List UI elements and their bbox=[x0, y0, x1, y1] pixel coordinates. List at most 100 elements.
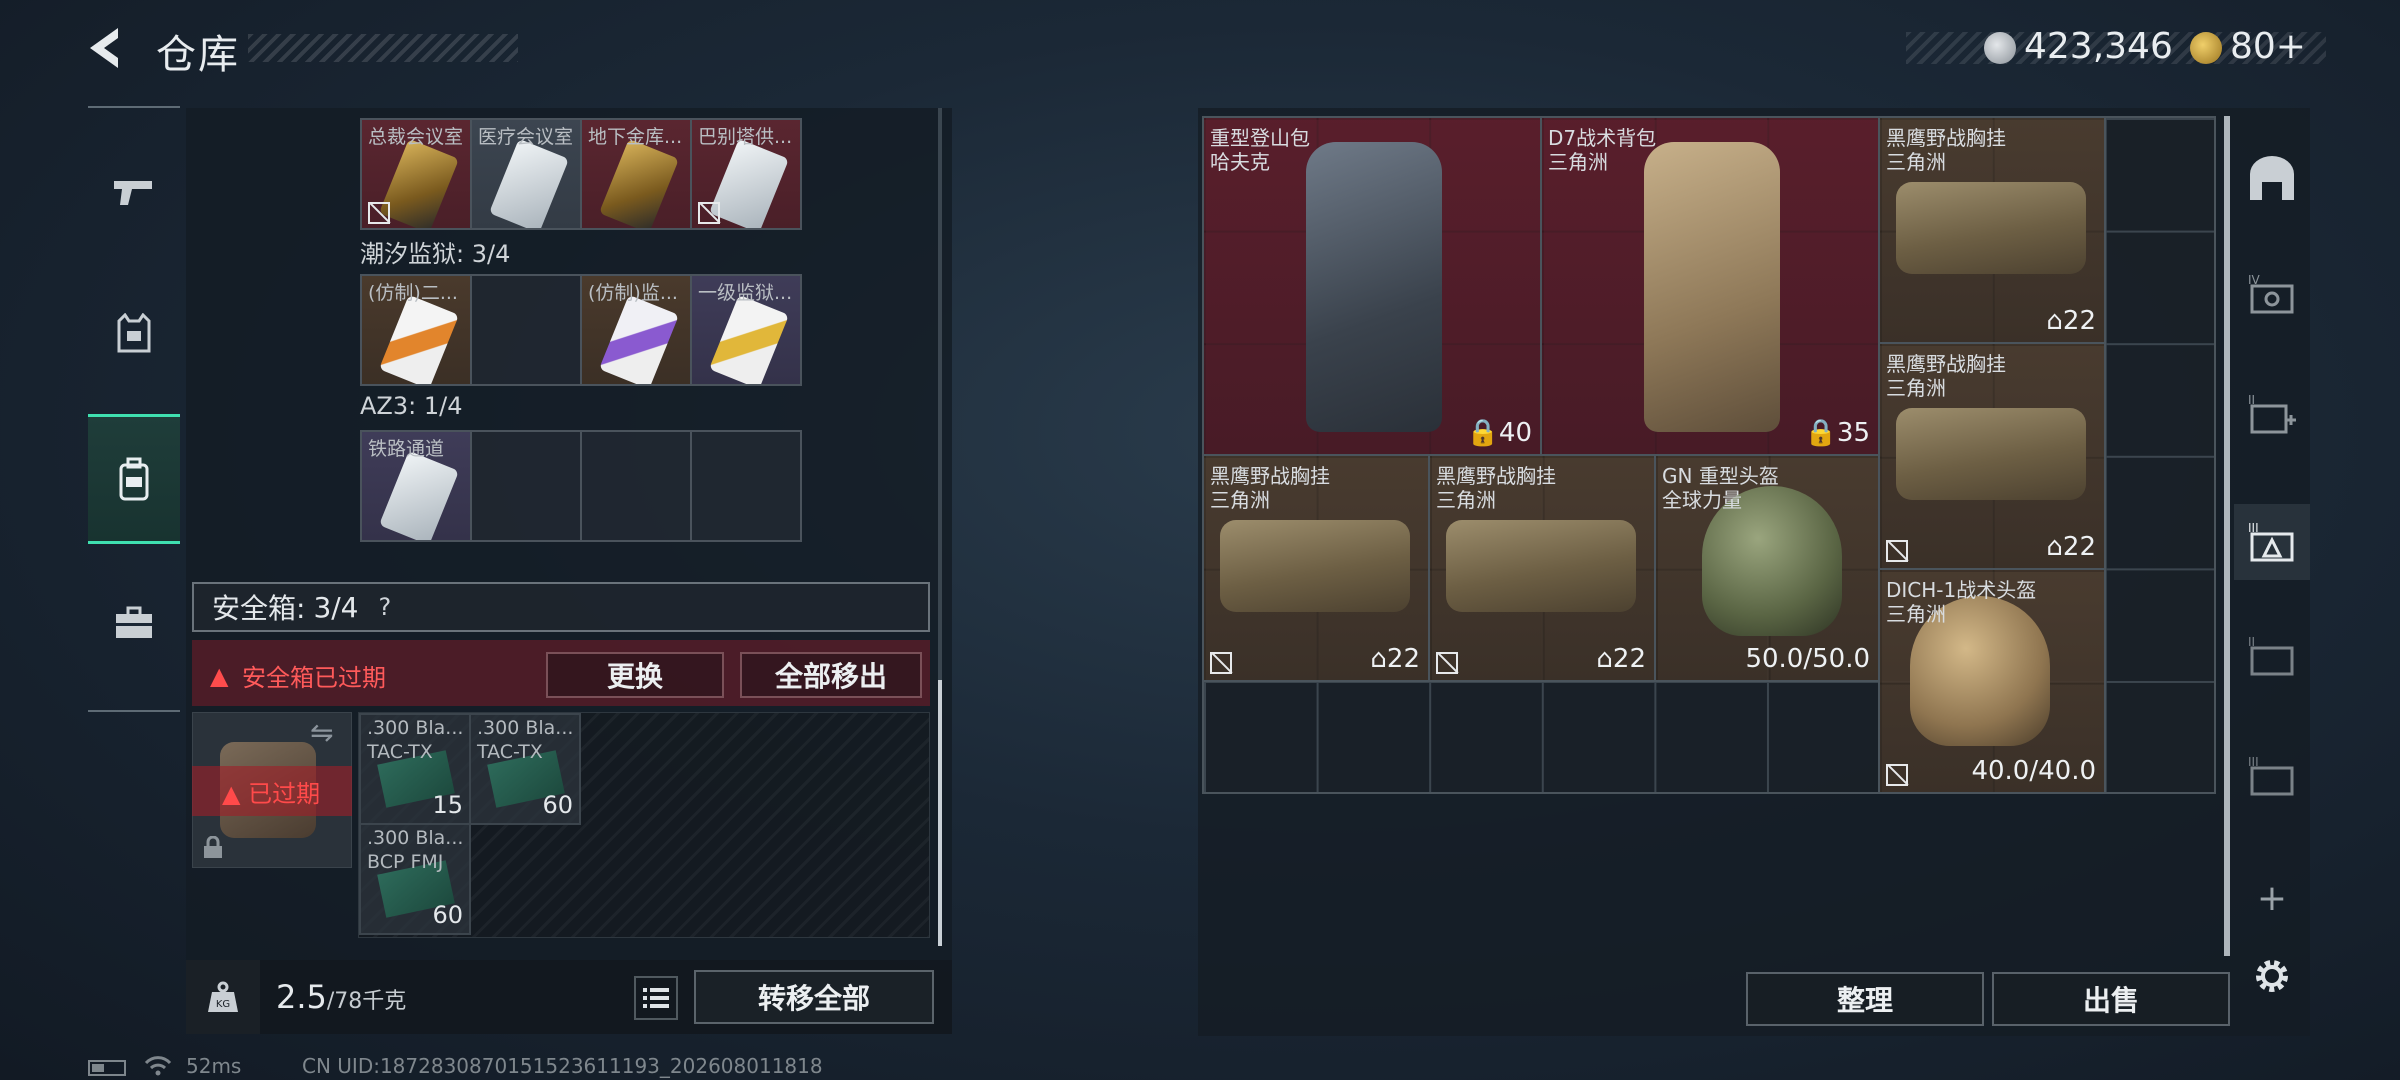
keycard-image bbox=[598, 294, 680, 384]
keycard-label: (仿制)二... bbox=[368, 282, 458, 304]
page-title: 仓库 bbox=[156, 32, 240, 78]
warning-icon: ▲ bbox=[210, 662, 229, 690]
category-backpack[interactable] bbox=[88, 414, 180, 544]
ammo-count: 15 bbox=[432, 791, 463, 819]
backpack-image bbox=[1306, 142, 1442, 432]
stash-item[interactable]: D7战术背包 三角洲 🔒35 bbox=[1540, 116, 1880, 456]
keycard-row: (仿制)二... (仿制)监... 一级监狱... bbox=[360, 274, 802, 386]
stash-page-3[interactable]: III bbox=[2242, 512, 2302, 572]
weight-current: 2.5 bbox=[276, 978, 327, 1016]
stash-page-2[interactable]: II bbox=[2242, 626, 2302, 686]
battery-icon bbox=[88, 1060, 126, 1076]
keycard-slot[interactable]: (仿制)监... bbox=[580, 274, 692, 386]
keycard-label: 一级监狱... bbox=[698, 282, 793, 304]
ammo-item[interactable]: .300 Bla... TAC-TX 60 bbox=[469, 713, 581, 825]
stash-item[interactable]: 重型登山包 哈夫克 🔒40 bbox=[1202, 116, 1542, 456]
chest-rig-image bbox=[1896, 182, 2086, 274]
stash-page-icon: IV bbox=[2248, 273, 2294, 314]
keycard-section-label: 潮汐监狱: 3/4 bbox=[360, 240, 511, 268]
weight-readout: 2.5/78千克 bbox=[276, 978, 406, 1016]
stash-add-page-icon: II bbox=[2248, 393, 2296, 434]
item-capacity: ⌂22 bbox=[2046, 306, 2096, 336]
safe-case-expired-text: ▲ 已过期 bbox=[222, 780, 321, 808]
gold-coin-icon bbox=[2190, 32, 2222, 64]
keycard-image bbox=[708, 138, 790, 228]
backpack-image bbox=[1644, 142, 1780, 432]
stash-item[interactable]: DICH-1战术头盔 三角洲 40.0/40.0 bbox=[1878, 568, 2106, 794]
keycard-slot[interactable]: 一级监狱... bbox=[690, 274, 802, 386]
backpack-icon bbox=[119, 457, 149, 501]
keycard-slot[interactable]: 医疗会议室 bbox=[470, 118, 582, 230]
keycard-section-label: AZ3: 1/4 bbox=[360, 392, 463, 420]
stash-item[interactable]: 黑鹰野战胸挂 三角洲 ⌂22 bbox=[1878, 116, 2106, 344]
stash-page-icon: III bbox=[2248, 521, 2294, 562]
stash-page-add[interactable]: II bbox=[2242, 384, 2302, 444]
sell-button[interactable]: 出售 bbox=[1992, 972, 2230, 1026]
ammo-type: TAC-TX bbox=[367, 741, 433, 763]
keycard-slot-empty[interactable] bbox=[580, 430, 692, 542]
wifi-icon bbox=[144, 1056, 172, 1076]
back-arrow-icon[interactable] bbox=[82, 22, 134, 74]
chest-rig-image bbox=[1446, 520, 1636, 612]
keycard-row: 总裁会议室 医疗会议室 地下金库... 巴别塔供... bbox=[360, 118, 802, 230]
stash-item[interactable]: GN 重型头盔 全球力量 50.0/50.0 bbox=[1654, 454, 1880, 682]
keycard-image bbox=[378, 138, 460, 228]
swap-button[interactable]: 更换 bbox=[546, 652, 724, 698]
stash-home-icon bbox=[2250, 156, 2294, 200]
ammo-item[interactable]: .300 Bla... BCP FMJ 60 bbox=[359, 823, 471, 935]
no-bind-icon bbox=[698, 202, 720, 224]
transfer-all-button[interactable]: 转移全部 bbox=[694, 970, 934, 1024]
category-weapons[interactable] bbox=[88, 128, 180, 258]
ammo-item[interactable]: .300 Bla... TAC-TX 15 bbox=[359, 713, 471, 825]
category-armor[interactable] bbox=[88, 268, 180, 398]
safe-box-expired-text: 安全箱已过期 bbox=[242, 664, 386, 692]
keycard-label: (仿制)监... bbox=[588, 282, 678, 304]
keycard-slot[interactable]: 巴别塔供... bbox=[690, 118, 802, 230]
item-brand: 三角洲 bbox=[1548, 150, 1608, 174]
lock-icon bbox=[204, 836, 222, 858]
no-bind-icon bbox=[1886, 540, 1908, 562]
ping-readout: 52ms bbox=[186, 1054, 242, 1078]
stash-item[interactable]: 黑鹰野战胸挂 三角洲 ⌂22 bbox=[1878, 342, 2106, 570]
keycard-image bbox=[378, 294, 460, 384]
list-icon bbox=[643, 988, 669, 1008]
keycard-slot-empty[interactable] bbox=[470, 430, 582, 542]
ammo-type: BCP FMJ bbox=[367, 851, 444, 873]
move-all-out-button[interactable]: 全部移出 bbox=[740, 652, 922, 698]
item-capacity: ⌂22 bbox=[1370, 644, 1420, 674]
item-brand: 三角洲 bbox=[1886, 376, 1946, 400]
ammo-name: .300 Bla... bbox=[367, 827, 464, 849]
keycard-label: 医疗会议室 bbox=[478, 126, 574, 148]
gold-currency-amount[interactable]: 80+ bbox=[2230, 26, 2306, 67]
stash-page-4[interactable]: IV bbox=[2242, 264, 2302, 324]
keycard-label: 总裁会议室 bbox=[368, 126, 464, 148]
chest-rig-image bbox=[1220, 520, 1410, 612]
sort-button[interactable]: 整理 bbox=[1746, 972, 1984, 1026]
ammo-name: .300 Bla... bbox=[367, 717, 464, 739]
stash-page-1[interactable]: III bbox=[2242, 746, 2302, 806]
keycard-image bbox=[378, 450, 460, 540]
stash-item[interactable]: 黑鹰野战胸挂 三角洲 ⌂22 bbox=[1202, 454, 1430, 682]
keycard-slot[interactable]: 铁路通道 bbox=[360, 430, 472, 542]
stash-scrollbar[interactable] bbox=[2224, 116, 2230, 956]
settings-button[interactable] bbox=[2242, 946, 2302, 1006]
swap-icon[interactable]: ⇋ bbox=[310, 716, 333, 749]
add-stash-page-button[interactable]: + bbox=[2242, 868, 2302, 928]
keycard-slot[interactable]: (仿制)二... bbox=[360, 274, 472, 386]
category-equipment[interactable] bbox=[88, 558, 180, 688]
toolbox-icon bbox=[116, 606, 152, 638]
item-capacity: 🔒40 bbox=[1466, 418, 1532, 448]
keycard-slot-empty[interactable] bbox=[690, 430, 802, 542]
stash-item[interactable]: 黑鹰野战胸挂 三角洲 ⌂22 bbox=[1428, 454, 1656, 682]
ammo-count: 60 bbox=[542, 791, 573, 819]
ammo-name: .300 Bla... bbox=[477, 717, 574, 739]
keycard-slot[interactable]: 总裁会议室 bbox=[360, 118, 472, 230]
list-view-button[interactable] bbox=[634, 976, 678, 1020]
stash-page-main[interactable] bbox=[2242, 148, 2302, 208]
item-durability: 40.0/40.0 bbox=[1971, 756, 2096, 786]
armor-vest-icon bbox=[117, 313, 151, 353]
backpack-scrollbar-thumb[interactable] bbox=[938, 680, 942, 946]
help-icon[interactable]: ? bbox=[379, 593, 392, 621]
keycard-slot[interactable]: 地下金库... bbox=[580, 118, 692, 230]
keycard-slot-empty[interactable] bbox=[470, 274, 582, 386]
